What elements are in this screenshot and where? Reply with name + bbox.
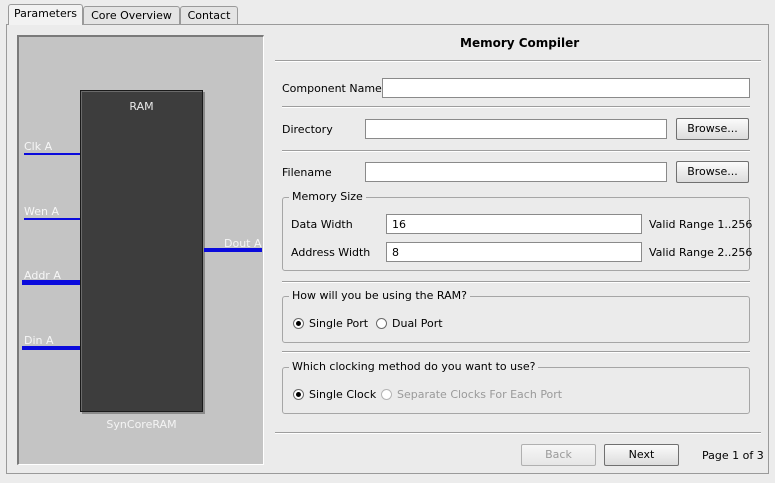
- next-button[interactable]: Next: [604, 444, 679, 466]
- ram-diagram: RAM SynCoreRAM Clk A Wen A Addr A Din A …: [17, 35, 264, 465]
- ram-block-title: RAM: [129, 100, 154, 113]
- address-width-range: Valid Range 2..256: [649, 246, 753, 259]
- dual-port-label[interactable]: Dual Port: [392, 317, 443, 330]
- pin-label-clk: Clk A: [24, 140, 53, 153]
- address-width-input[interactable]: [386, 242, 642, 262]
- pin-label-wen: Wen A: [24, 205, 59, 218]
- page-indicator: Page 1 of 3: [702, 449, 764, 462]
- directory-label: Directory: [282, 123, 333, 136]
- memory-size-title: Memory Size: [289, 190, 366, 203]
- divider: [282, 106, 750, 108]
- pin-wire-clk: [24, 153, 80, 155]
- tab-parameters[interactable]: Parameters: [8, 4, 83, 25]
- filename-label: Filename: [282, 166, 332, 179]
- pin-bus-addr: [22, 280, 80, 285]
- back-button: Back: [521, 444, 596, 466]
- separate-clocks-radio: [381, 389, 392, 400]
- page-title: Memory Compiler: [460, 36, 580, 50]
- clocking-title: Which clocking method do you want to use…: [289, 360, 539, 373]
- ram-block-name: SynCoreRAM: [106, 418, 177, 431]
- component-name-label: Component Name: [282, 82, 382, 95]
- ram-usage-title: How will you be using the RAM?: [289, 289, 470, 302]
- filename-browse-button[interactable]: Browse...: [676, 161, 749, 183]
- divider: [282, 351, 750, 353]
- component-name-input[interactable]: [382, 78, 750, 98]
- separate-clocks-label: Separate Clocks For Each Port: [397, 388, 563, 401]
- data-width-label: Data Width: [291, 218, 353, 231]
- dual-port-radio[interactable]: [376, 318, 387, 329]
- address-width-label: Address Width: [291, 246, 371, 259]
- single-clock-label[interactable]: Single Clock: [309, 388, 376, 401]
- directory-browse-button[interactable]: Browse...: [676, 118, 749, 140]
- divider: [275, 432, 761, 434]
- single-port-label[interactable]: Single Port: [309, 317, 368, 330]
- pin-bus-dout: [204, 248, 262, 252]
- divider: [282, 150, 750, 152]
- divider: [275, 60, 761, 62]
- ram-block: RAM: [80, 90, 203, 412]
- tab-core-overview[interactable]: Core Overview: [83, 6, 180, 24]
- data-width-range: Valid Range 1..256: [649, 218, 753, 231]
- pin-wire-wen: [24, 218, 80, 220]
- single-clock-radio[interactable]: [293, 389, 304, 400]
- pin-bus-din: [22, 346, 80, 350]
- divider: [282, 281, 750, 283]
- directory-input[interactable]: [365, 119, 667, 139]
- data-width-input[interactable]: [386, 214, 642, 234]
- filename-input[interactable]: [365, 162, 667, 182]
- single-port-radio[interactable]: [293, 318, 304, 329]
- tab-contact[interactable]: Contact: [180, 6, 238, 24]
